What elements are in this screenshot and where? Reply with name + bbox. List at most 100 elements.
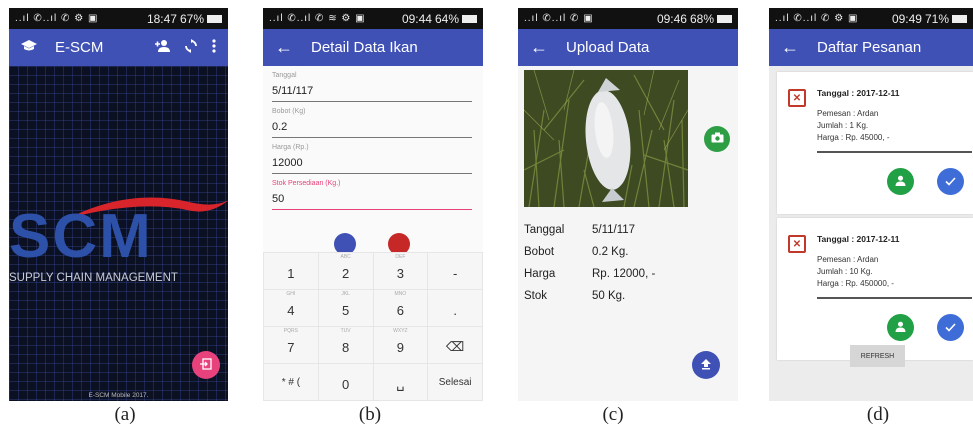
battery-icon bbox=[207, 14, 222, 23]
customer-button[interactable] bbox=[887, 314, 914, 341]
school-icon bbox=[21, 39, 37, 57]
field-label: Bobot (Kg) bbox=[272, 108, 306, 115]
person-add-icon[interactable] bbox=[154, 39, 170, 56]
order-date: Tanggal : 2017-12-11 bbox=[817, 88, 900, 98]
order-card: ✕ Tanggal : 2017-12-11 Pemesan : Ardan J… bbox=[777, 218, 973, 360]
sync-icon[interactable] bbox=[184, 39, 198, 56]
splash-background: SCM SUPPLY CHAIN MANAGEMENT E-SCM Mobile… bbox=[9, 66, 228, 401]
login-icon bbox=[200, 357, 212, 373]
detail-row-stock: Stok 50 Kg. bbox=[524, 290, 626, 302]
caption-c: (c) bbox=[602, 404, 624, 425]
calendar-cancel-icon: ✕ bbox=[788, 89, 806, 107]
status-bar: ..ıl ✆..ıl ✆ ≋ ⚙ ▣ 09:44 64% bbox=[263, 8, 483, 29]
key-7[interactable]: PQRS 7 bbox=[264, 327, 318, 363]
done-key[interactable]: Selesai bbox=[428, 364, 482, 400]
key-6[interactable]: MNO 6 bbox=[373, 290, 428, 326]
divider bbox=[817, 297, 972, 299]
key-1[interactable]: 1 bbox=[264, 253, 318, 289]
app-bar: ← Detail Data Ikan bbox=[263, 29, 483, 66]
confirm-button[interactable] bbox=[937, 168, 964, 195]
back-arrow-icon[interactable]: ← bbox=[275, 37, 293, 58]
order-price: Harga : Rp. 450000, - bbox=[817, 279, 894, 288]
detail-row-date: Tanggal 5/11/117 bbox=[524, 224, 636, 236]
signal-icons: ..ıl ✆..ıl ✆ ▣ bbox=[524, 13, 594, 24]
footer-text: E-SCM Mobile 2017. bbox=[88, 392, 149, 399]
field-value[interactable]: 12000 bbox=[272, 157, 472, 174]
key-4[interactable]: GHI 4 bbox=[264, 290, 318, 326]
order-customer: Pemesan : Ardan bbox=[817, 109, 879, 118]
page-title: Upload Data bbox=[566, 39, 650, 56]
upload-content: Tanggal 5/11/117 Bobot 0.2 Kg. Harga Rp.… bbox=[518, 66, 738, 401]
order-price: Harga : Rp. 45000, - bbox=[817, 133, 890, 142]
stock-field[interactable]: Stok Persediaan (Kg.) 50 bbox=[272, 180, 473, 210]
login-button[interactable] bbox=[192, 351, 220, 379]
status-bar: ..ıl ✆..ıl ✆ ⚙ ▣ 18:47 67% bbox=[9, 8, 228, 29]
check-icon bbox=[945, 175, 956, 189]
key-8[interactable]: TUV 8 bbox=[318, 327, 373, 363]
key-2[interactable]: ABC 2 bbox=[318, 253, 373, 289]
price-field[interactable]: Harga (Rp.) 12000 bbox=[272, 144, 473, 174]
upload-button[interactable] bbox=[692, 351, 720, 379]
date-field[interactable]: Tanggal 5/11/117 bbox=[272, 72, 473, 102]
caption-b: (b) bbox=[358, 404, 382, 425]
backspace-key[interactable]: ⌫ bbox=[428, 327, 482, 363]
key-symbols[interactable]: * # ( bbox=[264, 364, 318, 400]
status-bar: ..ıl ✆..ıl ✆ ⚙ ▣ 09:49 71% bbox=[769, 8, 973, 29]
logo-subtitle: SUPPLY CHAIN MANAGEMENT bbox=[9, 272, 178, 284]
field-label: Stok Persediaan (Kg.) bbox=[272, 180, 341, 187]
key-dot[interactable]: . bbox=[428, 290, 482, 326]
key-9[interactable]: WXYZ 9 bbox=[373, 327, 428, 363]
status-bar: ..ıl ✆..ıl ✆ ▣ 09:46 68% bbox=[518, 8, 738, 29]
camera-icon bbox=[711, 132, 724, 146]
order-quantity: Jumlah : 10 Kg. bbox=[817, 267, 873, 276]
customer-button[interactable] bbox=[887, 168, 914, 195]
signal-icons: ..ıl ✆..ıl ✆ ⚙ ▣ bbox=[15, 13, 99, 24]
divider bbox=[817, 151, 972, 153]
battery-icon bbox=[462, 14, 477, 23]
field-value[interactable]: 50 bbox=[272, 193, 472, 210]
key-3[interactable]: DEF 3 bbox=[373, 253, 428, 289]
weight-field[interactable]: Bobot (Kg) 0.2 bbox=[272, 108, 473, 138]
back-arrow-icon[interactable]: ← bbox=[530, 37, 548, 58]
person-icon bbox=[895, 175, 906, 189]
field-value[interactable]: 5/11/117 bbox=[272, 85, 472, 102]
upload-icon bbox=[700, 358, 712, 373]
scm-logo: SCM bbox=[9, 202, 153, 271]
page-title: Daftar Pesanan bbox=[817, 39, 922, 56]
space-key[interactable]: ␣ bbox=[373, 364, 428, 400]
clock: 09:46 bbox=[656, 11, 687, 26]
app-bar: ← Upload Data bbox=[518, 29, 738, 66]
screen-a-splash: ..ıl ✆..ıl ✆ ⚙ ▣ 18:47 67% E-SCM SCM SUP… bbox=[9, 8, 228, 401]
key-minus[interactable]: - bbox=[428, 253, 482, 289]
detail-row-price: Harga Rp. 12000, - bbox=[524, 268, 656, 280]
battery-percent: 71% bbox=[924, 11, 949, 26]
back-arrow-icon[interactable]: ← bbox=[781, 37, 799, 58]
clock: 09:49 bbox=[891, 11, 922, 26]
field-label: Tanggal bbox=[272, 72, 297, 79]
refresh-button[interactable]: REFRESH bbox=[850, 345, 905, 367]
page-title: Detail Data Ikan bbox=[311, 39, 418, 56]
app-title: E-SCM bbox=[55, 39, 104, 56]
screen-c-upload: ..ıl ✆..ıl ✆ ▣ 09:46 68% ← Upload Data T… bbox=[518, 8, 738, 401]
check-icon bbox=[945, 321, 956, 335]
key-0[interactable]: 0 bbox=[318, 364, 373, 400]
confirm-button[interactable] bbox=[937, 314, 964, 341]
battery-percent: 68% bbox=[689, 11, 714, 26]
key-5[interactable]: JKL 5 bbox=[318, 290, 373, 326]
order-card: ✕ Tanggal : 2017-12-11 Pemesan : Ardan J… bbox=[777, 72, 973, 214]
screen-d-orders: ..ıl ✆..ıl ✆ ⚙ ▣ 09:49 71% ← Daftar Pesa… bbox=[769, 8, 973, 401]
field-value[interactable]: 0.2 bbox=[272, 121, 472, 138]
order-list: ✕ Tanggal : 2017-12-11 Pemesan : Ardan J… bbox=[769, 66, 973, 401]
field-label: Harga (Rp.) bbox=[272, 144, 309, 151]
caption-a: (a) bbox=[114, 404, 136, 425]
battery-icon bbox=[952, 14, 967, 23]
battery-percent: 64% bbox=[434, 11, 459, 26]
clock: 09:44 bbox=[401, 11, 432, 26]
camera-button[interactable] bbox=[704, 126, 730, 152]
more-vert-icon[interactable] bbox=[212, 39, 216, 56]
screen-b-detail: ..ıl ✆..ıl ✆ ≋ ⚙ ▣ 09:44 64% ← Detail Da… bbox=[263, 8, 483, 401]
numeric-keyboard: 1 ABC 2 DEF 3 - GHI 4 JKL 5 MNO 6 . PQRS 7 TUV… bbox=[263, 252, 483, 401]
person-icon bbox=[895, 321, 906, 335]
app-bar: ← Daftar Pesanan bbox=[769, 29, 973, 66]
battery-percent: 67% bbox=[179, 11, 204, 26]
